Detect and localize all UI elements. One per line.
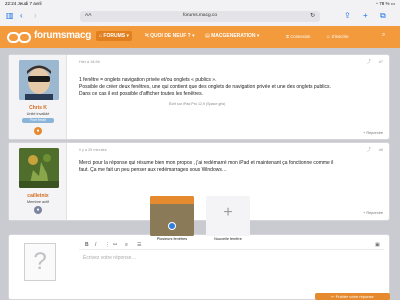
login-link[interactable]: ⚿ Connexion xyxy=(286,34,310,39)
status-time: 22:24 Jeudi 7 avril xyxy=(5,1,42,6)
reload-icon[interactable]: ↻ xyxy=(310,12,315,19)
user-title: Membre actif xyxy=(27,200,49,204)
tab-quoi-de-neuf-label: QUOI DE NEUF ? xyxy=(150,33,191,39)
address-bar[interactable]: AA forums.macg.co ↻ xyxy=(80,11,320,22)
link-icon[interactable]: ⚯ xyxy=(113,242,117,248)
list-icon[interactable]: ≡ xyxy=(125,242,128,248)
safari-icon xyxy=(168,222,176,230)
username[interactable]: Chris K xyxy=(9,105,67,111)
thread-content: Chris K Unité invalidé Pore ferait ● Hie… xyxy=(0,48,400,300)
post-signature: Écrit sur iPad Pro 12,9 (Space gris) xyxy=(169,102,226,106)
thumbnail-label: Plusieurs fenêtres xyxy=(156,237,188,241)
trophy-icon: ● xyxy=(34,206,42,214)
chevron-down-icon: ▾ xyxy=(125,33,129,39)
tab-macgeneration-label: MACGENERATION xyxy=(211,33,256,39)
battery-percent: 78 % xyxy=(379,1,390,6)
browser-toolbar: ▥ ‹ › AA forums.macg.co ↻ ⇪ + ⧉ xyxy=(0,8,400,26)
preview-icon[interactable]: ▣ xyxy=(375,242,380,248)
post-date[interactable]: Il y a 29 minutes xyxy=(79,148,107,152)
italic-icon[interactable]: I xyxy=(95,242,96,248)
post-user-column: cailletnix Membre actif ● xyxy=(9,143,67,220)
plus-icon: + xyxy=(223,204,233,221)
tab-quoi-de-neuf[interactable]: ϟ QUOI DE NEUF ? ▾ xyxy=(145,33,195,39)
tab-macgeneration[interactable]: ▤ MACGENERATION ▾ xyxy=(205,33,259,39)
forward-icon[interactable]: › xyxy=(34,11,37,21)
status-bar: 22:24 Jeudi 7 avril ◔ 78 % ▭ xyxy=(0,0,400,8)
post-7: Chris K Unité invalidé Pore ferait ● Hie… xyxy=(8,54,390,140)
post-text-line: faut. Ça me fait un peu penser aux redém… xyxy=(79,167,227,173)
url-host: forums.macg.co xyxy=(182,13,218,18)
battery-icon: ▭ xyxy=(390,1,395,6)
share-icon[interactable]: ⤴ xyxy=(367,147,372,153)
more-format-icon[interactable]: ⋮ xyxy=(105,242,110,248)
register-label: S'inscrire xyxy=(331,34,349,39)
post-user-column: Chris K Unité invalidé Pore ferait ● xyxy=(9,55,67,139)
share-icon[interactable]: ⇪ xyxy=(344,11,351,21)
new-window-thumbnail[interactable]: + xyxy=(206,196,250,236)
share-icon[interactable]: ⤴ xyxy=(367,59,372,65)
placeholder-avatar: ? xyxy=(24,243,56,281)
trophy-icon: ● xyxy=(34,127,42,135)
window-thumbnail-current[interactable] xyxy=(150,196,194,236)
site-logo[interactable]: forumsmacg xyxy=(34,30,91,41)
new-tab-icon[interactable]: + xyxy=(363,11,368,21)
login-label: Connexion xyxy=(290,34,311,39)
post-text-line: Dans ce cas il est possible d'afficher t… xyxy=(79,91,203,97)
thumbnail-header xyxy=(150,196,194,204)
tab-forums-label: FORUMS xyxy=(103,33,126,39)
thumbnail-body xyxy=(150,204,194,236)
tabs-overview-icon[interactable]: ⧉ xyxy=(380,11,386,21)
back-icon[interactable]: ‹ xyxy=(20,11,23,21)
chevron-down-icon: ▾ xyxy=(255,33,260,39)
post-number[interactable]: #7 xyxy=(379,60,383,64)
wifi-icon: ◔ xyxy=(375,1,378,6)
tab-forums[interactable]: ⌂ FORUMS ▾ xyxy=(96,31,132,41)
site-nav: forumsmacg ⌂ FORUMS ▾ ϟ QUOI DE NEUF ? ▾… xyxy=(0,26,400,48)
reply-button[interactable]: + Répondre xyxy=(363,211,383,215)
post-date[interactable]: Hier à 18:56 xyxy=(79,60,100,64)
clock-time: 22:24 xyxy=(5,1,17,6)
user-badge: Pore ferait xyxy=(22,118,54,123)
avatar[interactable] xyxy=(19,148,59,188)
editor-toolbar: B I ⋮ ⚯ ≡ ☰ ▣ xyxy=(79,241,384,250)
status-right: ◔ 78 % ▭ xyxy=(375,1,395,7)
post-8: cailletnix Membre actif ● Il y a 29 minu… xyxy=(8,142,390,221)
avatar[interactable] xyxy=(19,60,59,100)
post-number[interactable]: #8 xyxy=(379,148,383,152)
register-link[interactable]: ☺ S'inscrire xyxy=(326,34,349,39)
logo-icon[interactable] xyxy=(7,32,33,43)
user-title: Unité invalidé xyxy=(26,112,50,116)
submit-label: Publier votre réponse xyxy=(335,294,374,299)
submit-reply-button[interactable]: ↩ Publier votre réponse xyxy=(315,293,390,300)
status-date: Jeudi 7 avril xyxy=(17,1,42,6)
sidebar-icon[interactable]: ▥ xyxy=(6,11,14,21)
thumbnail-label: Nouvelle fenêtre xyxy=(214,237,242,241)
username[interactable]: cailletnix xyxy=(9,193,67,199)
reply-input[interactable]: Écrivez votre réponse… xyxy=(83,255,136,261)
align-icon[interactable]: ☰ xyxy=(137,242,141,248)
bold-icon[interactable]: B xyxy=(85,242,89,248)
reply-editor: ? B I ⋮ ⚯ ≡ ☰ ▣ Écrivez votre réponse… xyxy=(8,234,390,300)
reply-button[interactable]: + Répondre xyxy=(363,131,383,135)
chevron-down-icon: ▾ xyxy=(190,33,195,39)
search-icon[interactable]: ⌕ xyxy=(382,32,385,39)
